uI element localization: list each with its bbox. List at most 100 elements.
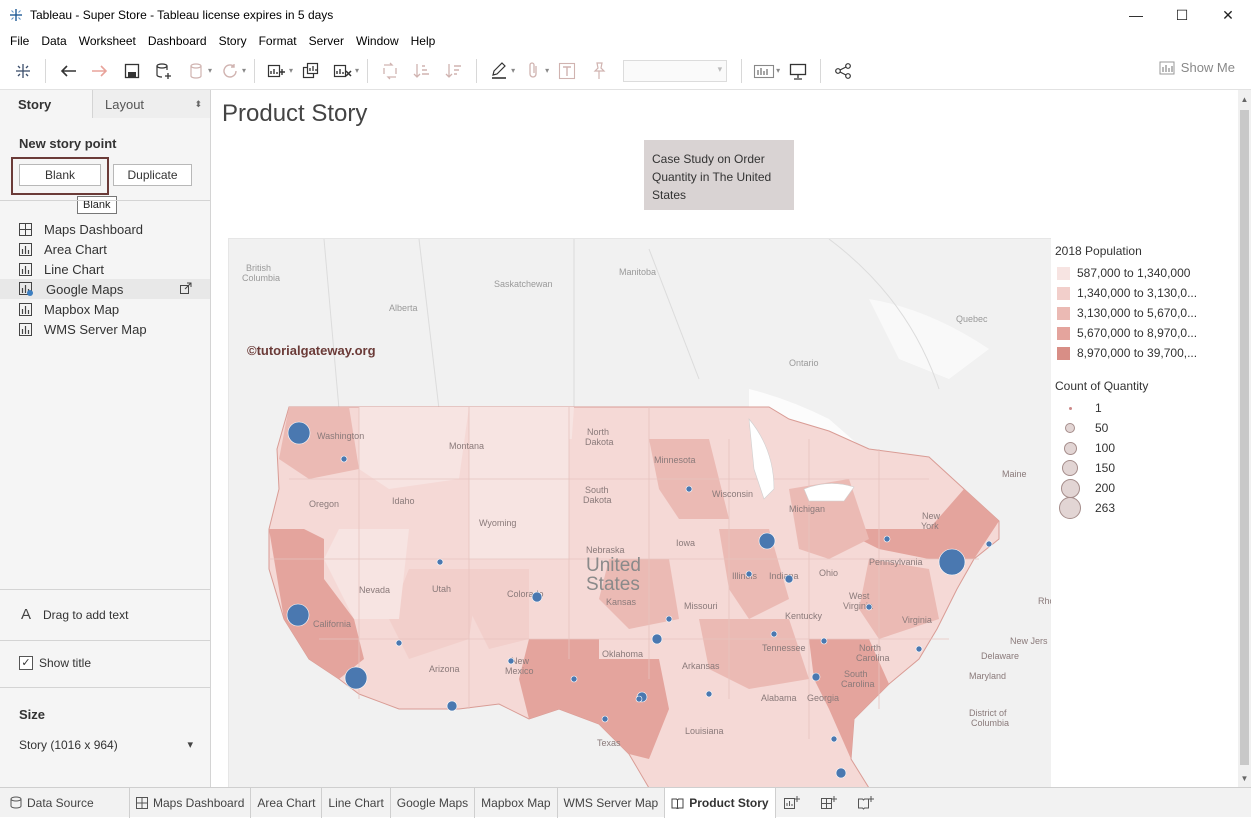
size-legend-item[interactable]: 200 — [1055, 478, 1235, 498]
tab-story[interactable]: Story — [0, 90, 93, 118]
sheet-item-mapbox-map[interactable]: Mapbox Map — [0, 299, 210, 319]
sort-ascending-icon[interactable] — [409, 58, 435, 84]
menu-file[interactable]: File — [4, 34, 35, 48]
drag-to-add-text[interactable]: A Drag to add text — [21, 606, 128, 623]
highlight-pen-icon[interactable] — [486, 58, 512, 84]
tab-layout[interactable]: Layout — [93, 90, 210, 118]
mark-chicago — [758, 532, 776, 550]
swap-rows-columns-icon[interactable] — [377, 58, 403, 84]
show-title-checkbox[interactable]: ✓ — [19, 656, 33, 670]
duplicate-sheet-icon[interactable] — [298, 58, 324, 84]
new-data-source-icon[interactable] — [151, 58, 177, 84]
legend-item[interactable]: 3,130,000 to 5,670,0... — [1055, 303, 1235, 323]
sheet-item-maps-dashboard[interactable]: Maps Dashboard — [0, 219, 210, 239]
tab-wms-server-map[interactable]: WMS Server Map — [558, 787, 666, 818]
database-icon — [10, 796, 22, 809]
refresh-icon[interactable] — [217, 58, 243, 84]
menu-window[interactable]: Window — [350, 34, 405, 48]
presentation-mode-icon[interactable] — [785, 58, 811, 84]
story-title[interactable]: Product Story — [222, 100, 367, 128]
menu-help[interactable]: Help — [405, 34, 442, 48]
size-dot — [1065, 423, 1075, 433]
tab-product-story[interactable]: Product Story — [665, 787, 776, 818]
size-select[interactable]: Story (1016 x 964) — [19, 738, 195, 756]
tab-google-maps[interactable]: Google Maps — [391, 787, 476, 818]
sheet-label: Maps Dashboard — [44, 221, 143, 237]
mark-charlotte — [811, 672, 821, 682]
map-label-quebec: Quebec — [956, 314, 988, 324]
map-label-idaho: Idaho — [392, 496, 415, 506]
pause-data-icon[interactable] — [183, 58, 209, 84]
legend-item[interactable]: 587,000 to 1,340,000 — [1055, 263, 1235, 283]
new-story-tab-icon[interactable] — [850, 788, 887, 818]
pin-icon[interactable] — [586, 58, 612, 84]
show-me-button[interactable]: Show Me — [1159, 60, 1235, 75]
menu-dashboard[interactable]: Dashboard — [142, 34, 213, 48]
new-worksheet-tab-icon[interactable] — [776, 788, 813, 818]
size-legend-item[interactable]: 50 — [1055, 418, 1235, 438]
chevron-down-icon: ▾ — [776, 66, 781, 75]
go-to-sheet-icon[interactable] — [180, 282, 192, 294]
menu-data[interactable]: Data — [35, 34, 72, 48]
mark-small-8 — [436, 558, 444, 566]
menu-story[interactable]: Story — [213, 34, 253, 48]
legend-label: 5,670,000 to 8,970,0... — [1077, 326, 1198, 340]
scroll-up-icon[interactable]: ▲ — [1238, 92, 1251, 106]
clear-sheet-icon[interactable] — [330, 58, 356, 84]
scroll-down-icon[interactable]: ▼ — [1238, 771, 1251, 785]
undo-arrow-icon[interactable] — [55, 58, 81, 84]
map-label-kentucky: Kentucky — [785, 611, 823, 621]
map-label-georgia: Georgia — [807, 693, 839, 703]
size-legend-label: 1 — [1095, 401, 1102, 415]
fit-select[interactable] — [623, 59, 728, 82]
population-legend-title: 2018 Population — [1055, 244, 1142, 258]
menu-worksheet[interactable]: Worksheet — [73, 34, 142, 48]
sheet-item-wms-server-map[interactable]: WMS Server Map — [0, 319, 210, 339]
sheet-item-line-chart[interactable]: Line Chart — [0, 259, 210, 279]
map-view[interactable]: British Columbia Alberta Saskatchewan Man… — [228, 238, 1051, 787]
close-button[interactable]: ✕ — [1205, 0, 1251, 30]
blank-button[interactable]: Blank — [19, 164, 101, 186]
size-legend-item[interactable]: 1 — [1055, 398, 1235, 418]
share-icon[interactable] — [830, 58, 856, 84]
show-title-option[interactable]: ✓ Show title — [19, 656, 91, 670]
map-label-ohio: Ohio — [819, 568, 838, 578]
tableau-home-icon[interactable] — [10, 58, 36, 84]
tab-mapbox-map[interactable]: Mapbox Map — [475, 787, 558, 818]
group-paperclip-icon[interactable] — [520, 58, 546, 84]
menu-server[interactable]: Server — [303, 34, 350, 48]
new-dashboard-tab-icon[interactable] — [813, 788, 850, 818]
size-legend-item[interactable]: 100 — [1055, 438, 1235, 458]
new-worksheet-icon[interactable] — [264, 58, 290, 84]
save-icon[interactable] — [119, 58, 145, 84]
duplicate-button[interactable]: Duplicate — [113, 164, 192, 186]
maximize-button[interactable]: ☐ — [1159, 0, 1205, 30]
redo-arrow-icon[interactable] — [87, 58, 113, 84]
map-label-south-dakota: South Dakota — [583, 485, 612, 505]
legend-item[interactable]: 5,670,000 to 8,970,0... — [1055, 323, 1235, 343]
mark-miami — [835, 767, 847, 779]
size-dot — [1063, 441, 1077, 455]
label-text-icon[interactable] — [554, 58, 580, 84]
tab-data-source[interactable]: Data Source — [0, 787, 130, 818]
story-point-caption[interactable]: Case Study on Order Quantity in The Unit… — [644, 140, 794, 210]
mark-small-18 — [665, 615, 673, 623]
legend-item[interactable]: 8,970,000 to 39,700,... — [1055, 343, 1235, 363]
menu-format[interactable]: Format — [253, 34, 303, 48]
sheet-item-google-maps[interactable]: Google Maps — [0, 279, 210, 299]
sheet-item-area-chart[interactable]: Area Chart — [0, 239, 210, 259]
legend-item[interactable]: 1,340,000 to 3,130,0... — [1055, 283, 1235, 303]
tab-line-chart[interactable]: Line Chart — [322, 787, 391, 818]
legend-label: 1,340,000 to 3,130,0... — [1077, 286, 1198, 300]
card-labels-icon[interactable] — [751, 58, 777, 84]
map-label-montana: Montana — [449, 441, 484, 451]
size-legend-item[interactable]: 150 — [1055, 458, 1235, 478]
size-legend-item[interactable]: 263 — [1055, 497, 1235, 519]
tab-area-chart[interactable]: Area Chart — [251, 787, 323, 818]
scroll-thumb[interactable] — [1240, 110, 1249, 765]
sort-descending-icon[interactable] — [441, 58, 467, 84]
tab-maps-dashboard[interactable]: Maps Dashboard — [130, 787, 252, 818]
map-label-missouri: Missouri — [684, 601, 718, 611]
vertical-scrollbar[interactable]: ▲ ▼ — [1238, 90, 1251, 787]
minimize-button[interactable]: — — [1113, 0, 1159, 30]
